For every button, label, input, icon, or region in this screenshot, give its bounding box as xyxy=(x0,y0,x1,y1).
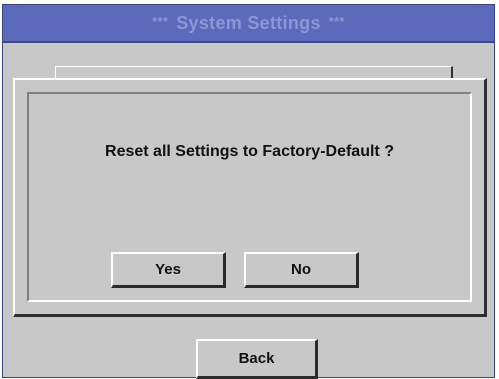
title-bar: *** System Settings *** xyxy=(3,5,494,43)
content-area: Reset all Settings to Factory-Default ? … xyxy=(3,43,494,379)
device-screen: *** System Settings *** Reset all Settin… xyxy=(2,4,495,379)
back-button[interactable]: Back xyxy=(196,339,318,379)
confirm-dialog: Reset all Settings to Factory-Default ? … xyxy=(13,78,487,317)
dialog-message: Reset all Settings to Factory-Default ? xyxy=(105,143,394,160)
no-button[interactable]: No xyxy=(244,252,359,288)
title-right-stars: *** xyxy=(328,13,345,29)
title-left-stars: *** xyxy=(152,13,169,29)
yes-button[interactable]: Yes xyxy=(111,252,226,288)
page-title: System Settings xyxy=(176,12,321,33)
